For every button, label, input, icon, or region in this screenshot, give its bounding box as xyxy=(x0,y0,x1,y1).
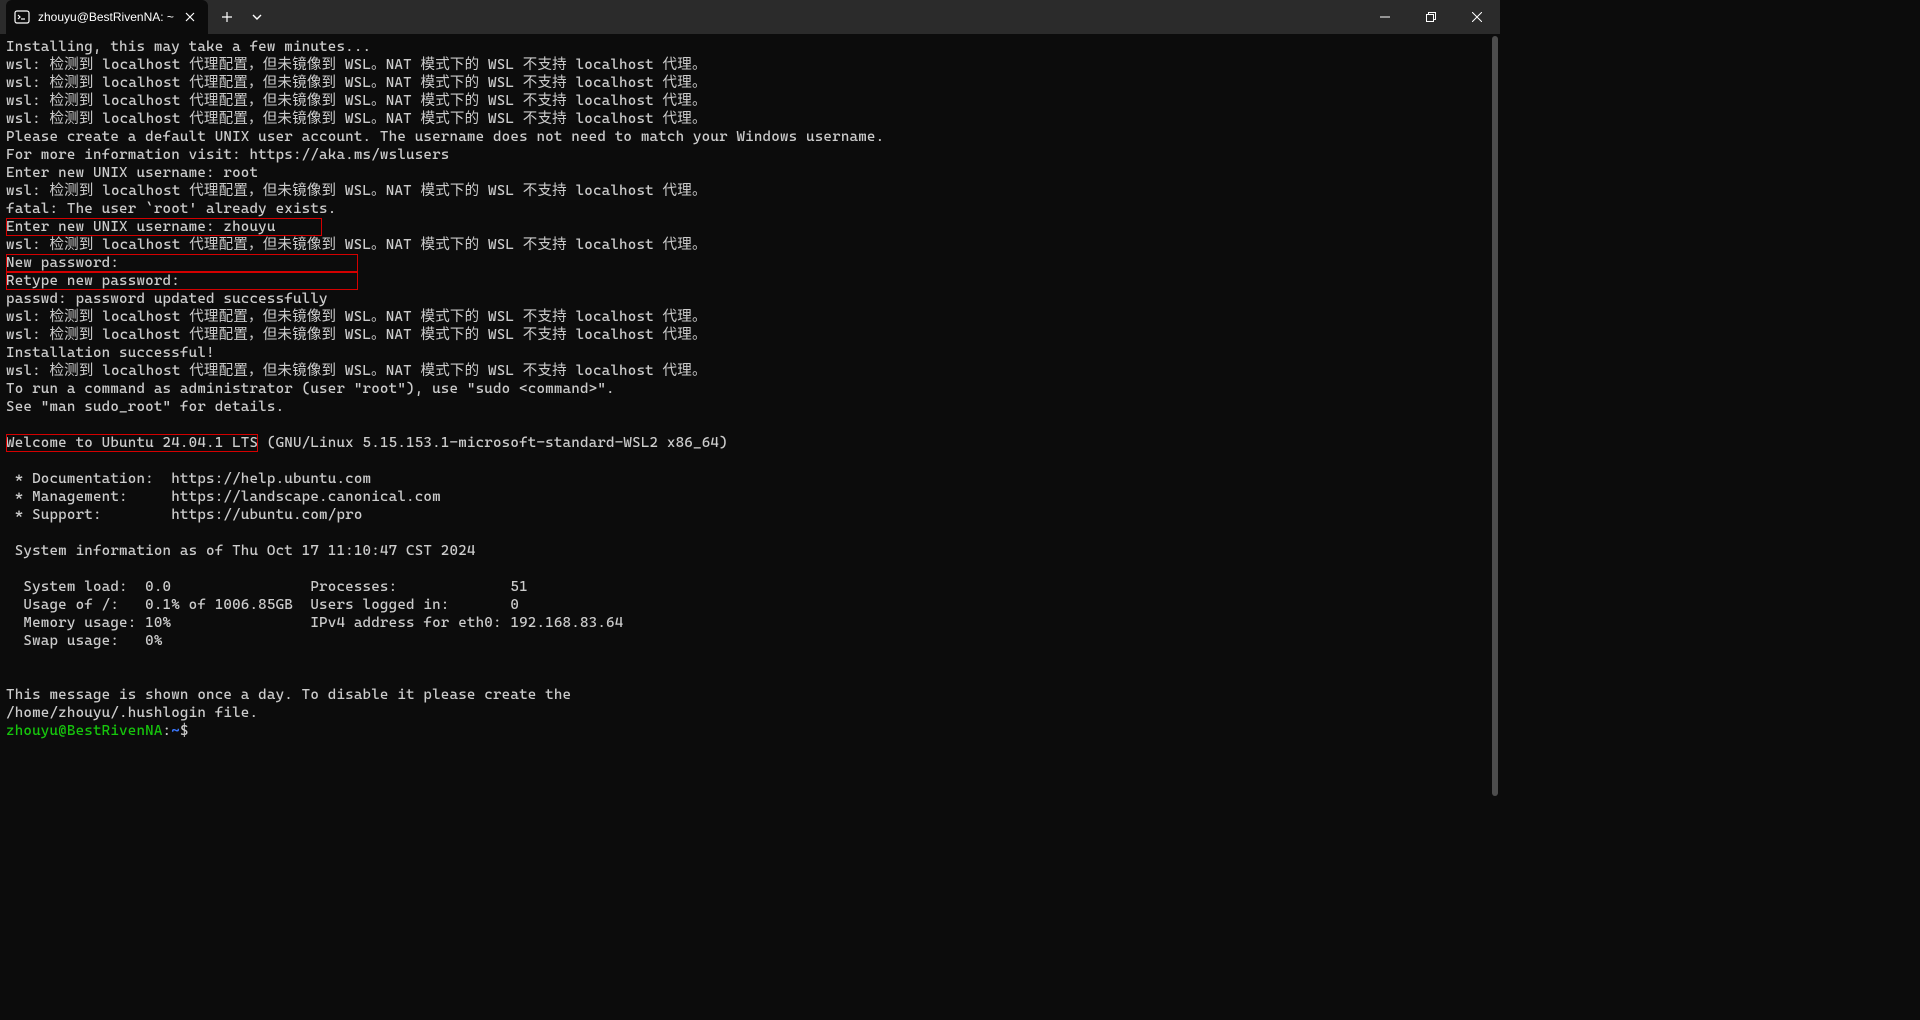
output-line: wsl: 检测到 localhost 代理配置，但未镜像到 WSL。NAT 模式… xyxy=(6,363,707,379)
tab-close-button[interactable] xyxy=(182,9,198,25)
terminal-viewport[interactable]: Installing, this may take a few minutes.… xyxy=(0,34,1500,800)
output-line: passwd: password updated successfully xyxy=(6,291,328,307)
output-line: wsl: 检测到 localhost 代理配置，但未镜像到 WSL。NAT 模式… xyxy=(6,93,707,109)
output-line: wsl: 检测到 localhost 代理配置，但未镜像到 WSL。NAT 模式… xyxy=(6,75,707,91)
titlebar[interactable]: zhouyu@BestRivenNA: ~ xyxy=(0,0,1500,34)
window-controls xyxy=(1362,0,1500,34)
output-line: System load: 0.0 Processes: 51 xyxy=(6,579,528,595)
tab-active[interactable]: zhouyu@BestRivenNA: ~ xyxy=(6,0,208,34)
scrollbar-thumb[interactable] xyxy=(1492,36,1498,796)
terminal-scrollbar[interactable] xyxy=(1490,34,1500,800)
output-line: * Management: https://landscape.canonica… xyxy=(6,489,441,505)
highlight-password: New password: xyxy=(6,254,358,272)
output-line: Memory usage: 10% IPv4 address for eth0:… xyxy=(6,615,623,631)
output-line: System information as of Thu Oct 17 11:1… xyxy=(6,543,476,559)
output-line: Please create a default UNIX user accoun… xyxy=(6,129,884,145)
prompt-user-host: zhouyu@BestRivenNA xyxy=(6,723,163,739)
tab-title: zhouyu@BestRivenNA: ~ xyxy=(38,10,174,24)
output-line: Usage of /: 0.1% of 1006.85GB Users logg… xyxy=(6,597,519,613)
output-line: Swap usage: 0% xyxy=(6,633,163,649)
prompt-symbol: $ xyxy=(180,723,189,739)
output-line: * Documentation: https://help.ubuntu.com xyxy=(6,471,371,487)
output-line: * Support: https://ubuntu.com/pro xyxy=(6,507,363,523)
output-line: Installing, this may take a few minutes.… xyxy=(6,39,371,55)
output-line: wsl: 检测到 localhost 代理配置，但未镜像到 WSL。NAT 模式… xyxy=(6,183,707,199)
output-line: wsl: 检测到 localhost 代理配置，但未镜像到 WSL。NAT 模式… xyxy=(6,111,707,127)
prompt-path: ~ xyxy=(171,723,180,739)
minimize-button[interactable] xyxy=(1362,0,1408,34)
output-line: Installation successful! xyxy=(6,345,215,361)
prompt-separator: : xyxy=(163,723,172,739)
highlight-username: Enter new UNIX username: zhouyu xyxy=(6,218,322,236)
terminal-window: zhouyu@BestRivenNA: ~ Installing, this m… xyxy=(0,0,1500,800)
output-line: For more information visit: https://aka.… xyxy=(6,147,450,163)
new-tab-button[interactable] xyxy=(212,2,242,32)
output-line: (GNU/Linux 5.15.153.1-microsoft-standard… xyxy=(258,435,728,451)
output-line: To run a command as administrator (user … xyxy=(6,381,615,397)
output-line: /home/zhouyu/.hushlogin file. xyxy=(6,705,258,721)
output-line: wsl: 检测到 localhost 代理配置，但未镜像到 WSL。NAT 模式… xyxy=(6,57,707,73)
wsl-icon xyxy=(14,9,30,25)
highlight-welcome: Welcome to Ubuntu 24.04.1 LTS xyxy=(6,434,258,452)
output-line: wsl: 检测到 localhost 代理配置，但未镜像到 WSL。NAT 模式… xyxy=(6,327,707,343)
output-line: See "man sudo_root" for details. xyxy=(6,399,284,415)
highlight-password: Retype new password: xyxy=(6,272,358,290)
window-close-button[interactable] xyxy=(1454,0,1500,34)
output-line: wsl: 检测到 localhost 代理配置，但未镜像到 WSL。NAT 模式… xyxy=(6,237,707,253)
output-line: fatal: The user `root' already exists. xyxy=(6,201,336,217)
maximize-button[interactable] xyxy=(1408,0,1454,34)
terminal-output: Installing, this may take a few minutes.… xyxy=(0,34,1500,744)
output-line: This message is shown once a day. To dis… xyxy=(6,687,571,703)
output-line: wsl: 检测到 localhost 代理配置，但未镜像到 WSL。NAT 模式… xyxy=(6,309,707,325)
profile-dropdown-button[interactable] xyxy=(242,2,272,32)
output-line: Enter new UNIX username: root xyxy=(6,165,258,181)
